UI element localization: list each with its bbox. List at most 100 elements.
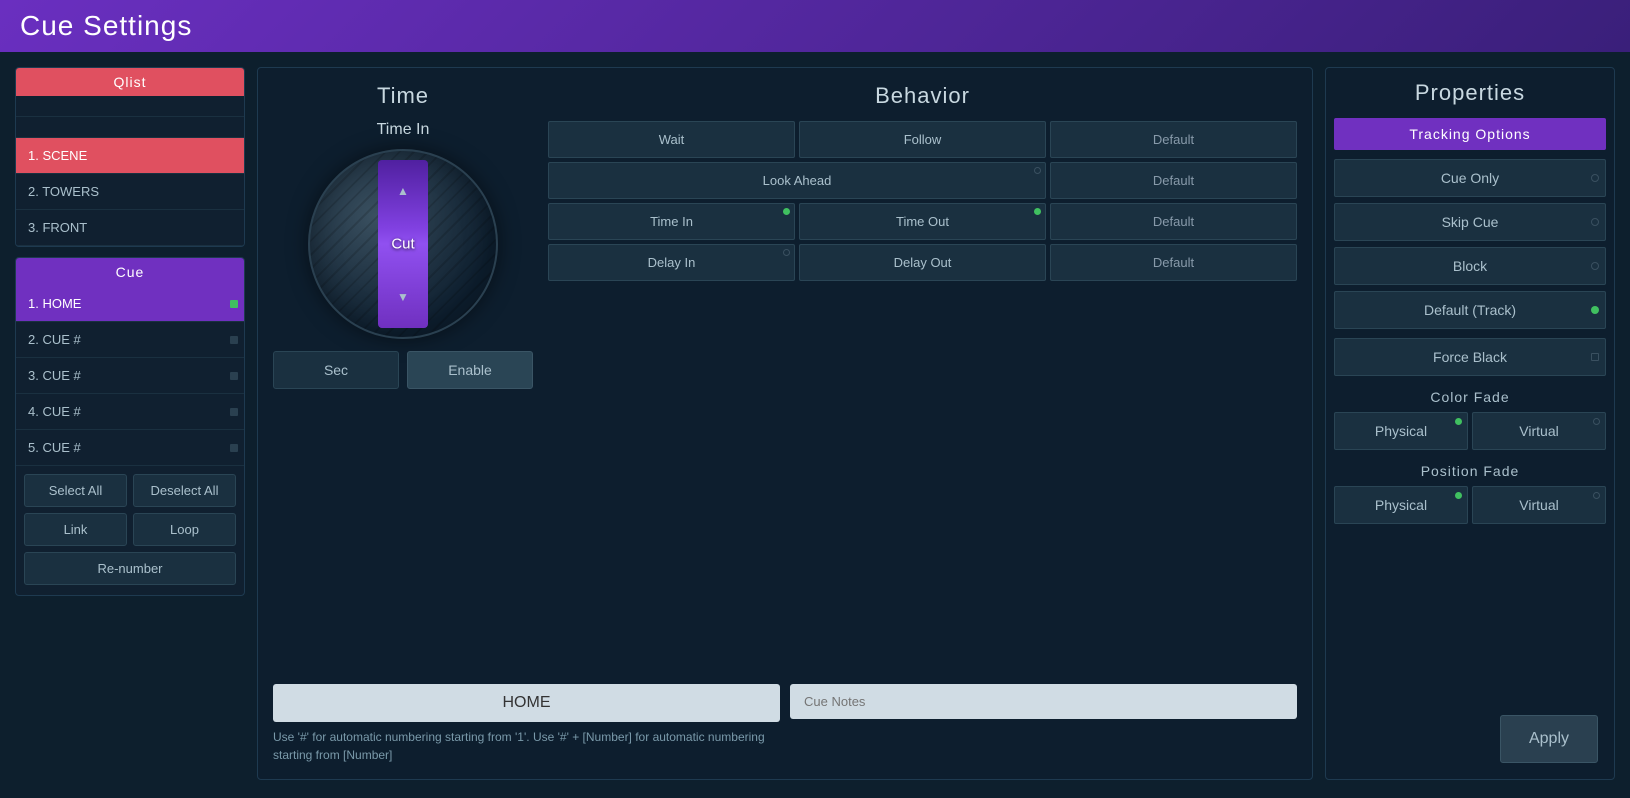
position-fade-virtual[interactable]: Virtual [1472, 486, 1606, 524]
qlist-header: Qlist [16, 68, 244, 96]
prop-force-black[interactable]: Force Black [1334, 338, 1606, 376]
qlist-items: 1. SCENE 2. TOWERS 3. FRONT [16, 96, 244, 246]
select-all-button[interactable]: Select All [24, 474, 127, 507]
behavior-delay-out-label: Delay Out [894, 255, 952, 270]
position-fade-physical[interactable]: Physical [1334, 486, 1468, 524]
behavior-time-out-label: Time Out [896, 214, 949, 229]
color-fade-virtual-label: Virtual [1519, 423, 1558, 439]
knob-arrow-top: ▲ [397, 184, 409, 198]
knob-time-label: Time In [377, 121, 430, 139]
knob-container[interactable]: ▲ Cut ▼ [308, 149, 498, 339]
qlist-item-5[interactable]: 3. FRONT [16, 210, 244, 246]
hint-text: Use '#' for automatic numbering starting… [273, 728, 780, 764]
prop-default-track[interactable]: Default (Track) [1334, 291, 1606, 329]
apply-button[interactable]: Apply [1500, 715, 1598, 763]
behavior-delay-in-label: Delay In [648, 255, 696, 270]
color-fade-virtual-dot [1593, 418, 1600, 425]
cue-item-5[interactable]: 5. CUE # [16, 430, 244, 466]
cue-item-5-label: 5. CUE # [28, 440, 81, 455]
position-fade-buttons: Physical Virtual [1334, 486, 1606, 524]
behavior-default-2[interactable]: Default [1050, 162, 1297, 199]
name-input-area: Use '#' for automatic numbering starting… [273, 684, 780, 764]
knob-outer: ▲ Cut ▼ [308, 149, 498, 339]
behavior-delay-in[interactable]: Delay In [548, 244, 795, 281]
time-out-dot [1034, 208, 1041, 215]
behavior-grid: Wait Follow Default Look Ahead Default [548, 121, 1297, 281]
default-track-dot [1591, 306, 1599, 314]
qlist-item-3[interactable]: 1. SCENE [16, 138, 244, 174]
position-fade-physical-label: Physical [1375, 497, 1427, 513]
cue-item-4[interactable]: 4. CUE # [16, 394, 244, 430]
behavior-look-ahead-label: Look Ahead [763, 173, 832, 188]
qlist-section: Qlist 1. SCENE 2. TOWERS 3. FRONT [15, 67, 245, 247]
cue-name-input[interactable] [273, 684, 780, 722]
qlist-item-1[interactable] [16, 96, 244, 117]
color-fade-physical[interactable]: Physical [1334, 412, 1468, 450]
knob-arrow-bottom: ▼ [397, 290, 409, 304]
properties-title: Properties [1326, 68, 1614, 118]
cue-item-3[interactable]: 3. CUE # [16, 358, 244, 394]
cue-item-5-indicator [230, 444, 238, 452]
position-fade-virtual-dot [1593, 492, 1600, 499]
time-controls: Sec Enable [273, 351, 533, 389]
behavior-time-out[interactable]: Time Out [799, 203, 1046, 240]
cue-item-2[interactable]: 2. CUE # [16, 322, 244, 358]
center-top: Time Time In ▲ Cut ▼ Sec Enable [273, 83, 1297, 674]
cue-notes-input[interactable] [790, 684, 1297, 719]
cue-buttons: Select All Deselect All Link Loop Re-num… [16, 474, 244, 595]
cue-section: Cue 1. HOME 2. CUE # 3. CUE # 4. CUE # [15, 257, 245, 596]
cue-item-1-indicator [230, 300, 238, 308]
behavior-section: Behavior Wait Follow Default Look Ahead [548, 83, 1297, 674]
behavior-delay-out[interactable]: Delay Out [799, 244, 1046, 281]
cue-only-label: Cue Only [1441, 170, 1499, 186]
cue-notes-area [790, 684, 1297, 719]
tracking-header: Tracking Options [1334, 118, 1606, 150]
right-panel: Properties Tracking Options Cue Only Ski… [1325, 67, 1615, 780]
behavior-look-ahead[interactable]: Look Ahead [548, 162, 1046, 199]
cue-items: 1. HOME 2. CUE # 3. CUE # 4. CUE # 5. CU… [16, 286, 244, 466]
behavior-default-4[interactable]: Default [1050, 244, 1297, 281]
force-black-dot [1591, 353, 1599, 361]
behavior-follow[interactable]: Follow [799, 121, 1046, 158]
behavior-time-in[interactable]: Time In [548, 203, 795, 240]
page-title: Cue Settings [20, 10, 192, 42]
behavior-default-1[interactable]: Default [1050, 121, 1297, 158]
center-bottom: Use '#' for automatic numbering starting… [273, 684, 1297, 764]
look-ahead-dot [1034, 167, 1041, 174]
block-label: Block [1453, 258, 1487, 274]
color-fade-physical-label: Physical [1375, 423, 1427, 439]
default-track-label: Default (Track) [1424, 302, 1516, 318]
position-fade-label: Position Fade [1326, 453, 1614, 483]
color-fade-virtual[interactable]: Virtual [1472, 412, 1606, 450]
time-in-dot [783, 208, 790, 215]
behavior-default-3[interactable]: Default [1050, 203, 1297, 240]
qlist-item-4[interactable]: 2. TOWERS [16, 174, 244, 210]
left-panel: Qlist 1. SCENE 2. TOWERS 3. FRONT Cue 1.… [15, 67, 245, 780]
cue-item-3-indicator [230, 372, 238, 380]
prop-block[interactable]: Block [1334, 247, 1606, 285]
prop-skip-cue[interactable]: Skip Cue [1334, 203, 1606, 241]
deselect-all-button[interactable]: Deselect All [133, 474, 236, 507]
color-fade-physical-dot [1455, 418, 1462, 425]
cue-item-1[interactable]: 1. HOME [16, 286, 244, 322]
cue-item-4-label: 4. CUE # [28, 404, 81, 419]
qlist-item-5-label: 3. FRONT [28, 220, 87, 235]
behavior-wait[interactable]: Wait [548, 121, 795, 158]
cue-only-dot [1591, 174, 1599, 182]
qlist-item-3-label: 1. SCENE [28, 148, 87, 163]
qlist-item-2[interactable] [16, 117, 244, 138]
block-dot [1591, 262, 1599, 270]
loop-button[interactable]: Loop [133, 513, 236, 546]
renumber-button[interactable]: Re-number [24, 552, 236, 585]
cue-item-3-label: 3. CUE # [28, 368, 81, 383]
position-fade-physical-dot [1455, 492, 1462, 499]
prop-cue-only[interactable]: Cue Only [1334, 159, 1606, 197]
knob-label: Cut [391, 236, 414, 253]
behavior-title: Behavior [548, 83, 1297, 109]
enable-button[interactable]: Enable [407, 351, 533, 389]
cue-header: Cue [16, 258, 244, 286]
behavior-default-3-label: Default [1153, 214, 1194, 229]
behavior-follow-label: Follow [904, 132, 942, 147]
link-button[interactable]: Link [24, 513, 127, 546]
sec-button[interactable]: Sec [273, 351, 399, 389]
